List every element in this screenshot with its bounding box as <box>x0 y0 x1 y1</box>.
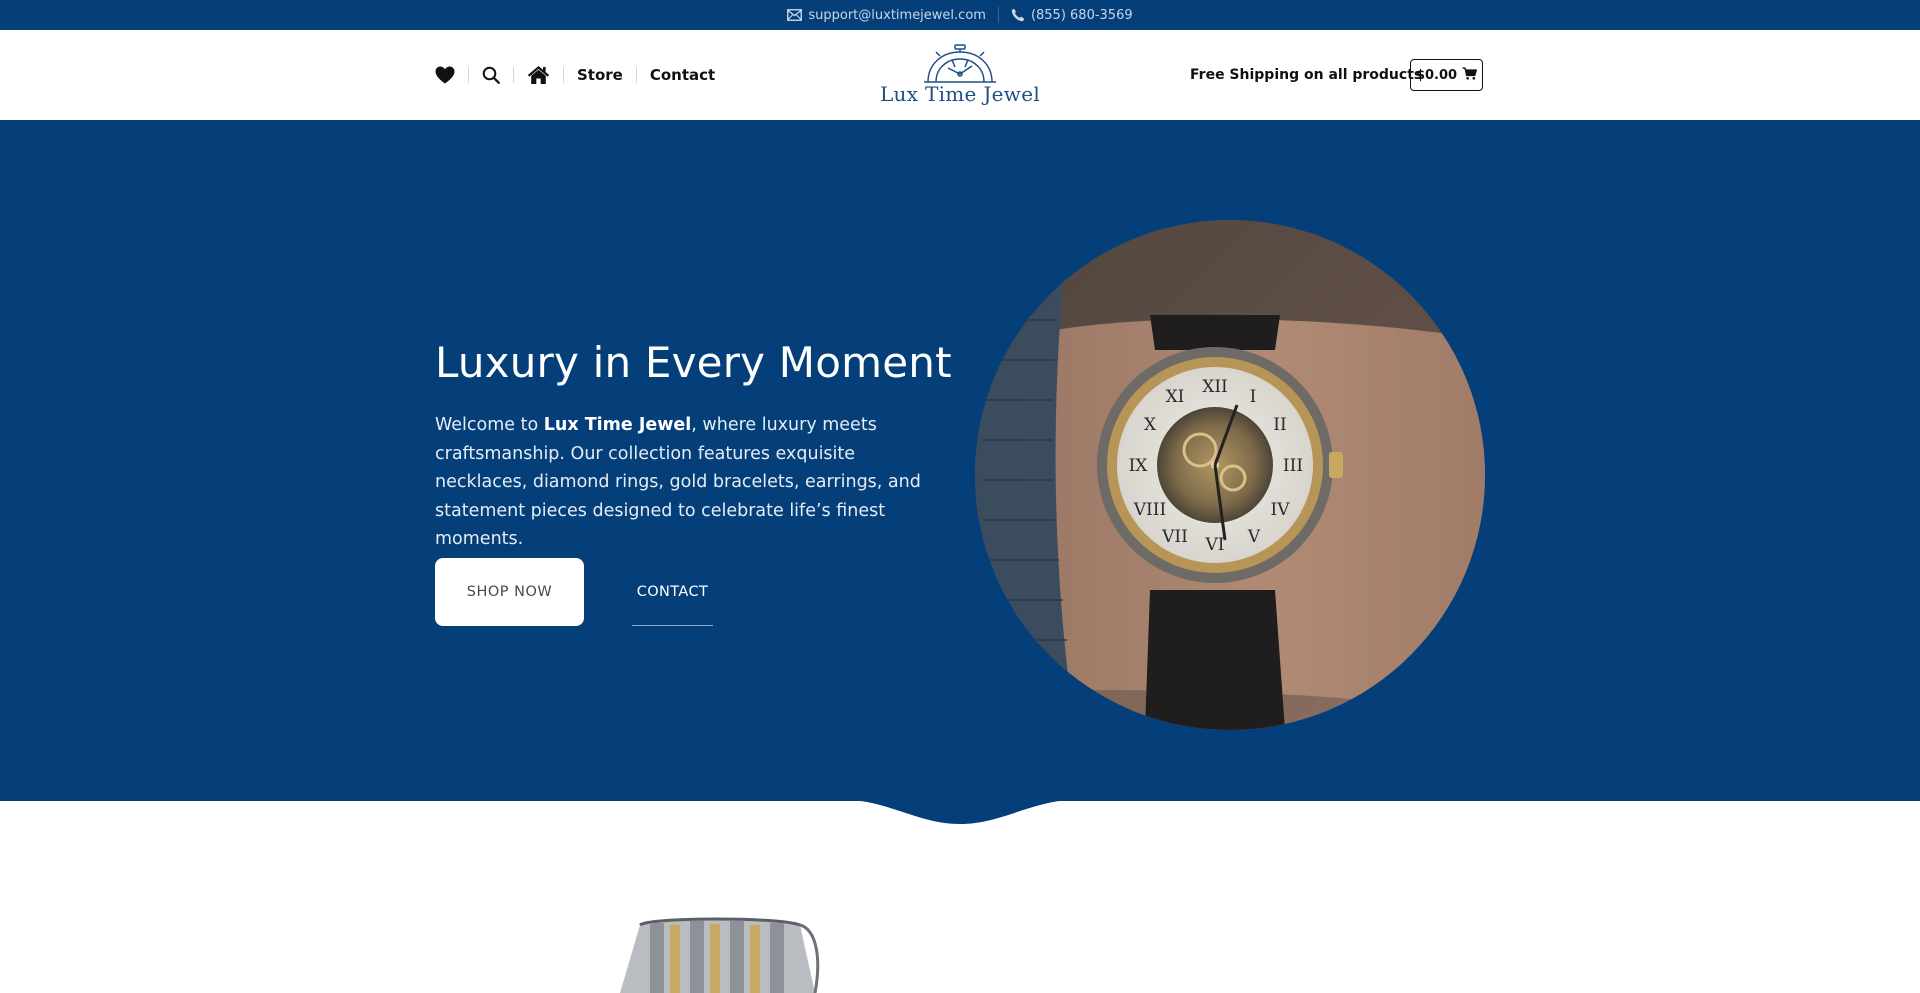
svg-text:VIII: VIII <box>1133 500 1166 520</box>
svg-text:VII: VII <box>1161 527 1188 547</box>
email-contact[interactable]: support@luxtimejewel.com <box>787 8 986 23</box>
logo-watch-icon <box>924 44 996 83</box>
email-text[interactable]: support@luxtimejewel.com <box>808 8 986 23</box>
hero-watch-image: XII VI IX III I II IV V VII VIII X XI <box>975 220 1485 730</box>
svg-text:IV: IV <box>1271 500 1291 520</box>
envelope-icon <box>787 9 803 21</box>
top-info-bar: support@luxtimejewel.com (855) 680-3569 <box>0 0 1920 30</box>
svg-text:X: X <box>1144 415 1157 435</box>
hero-section: Luxury in Every Moment Welcome to Lux Ti… <box>0 120 1920 801</box>
section-wave-divider <box>0 800 1920 824</box>
hero-text-intro: Welcome to <box>435 415 544 435</box>
topbar-divider <box>997 7 999 23</box>
svg-text:XI: XI <box>1166 387 1185 407</box>
contact-button[interactable]: CONTACT <box>632 558 713 626</box>
site-header: Store Contact Lux Time Jewel Free Shippi… <box>0 30 1920 120</box>
svg-text:VI: VI <box>1205 535 1225 555</box>
hero-description: Welcome to Lux Time Jewel, where luxury … <box>435 411 945 554</box>
cart-icon <box>1462 66 1478 84</box>
svg-text:IX: IX <box>1129 456 1149 476</box>
nav-store-link[interactable]: Store <box>564 66 636 84</box>
shop-now-button[interactable]: SHOP NOW <box>435 558 584 626</box>
svg-text:XII: XII <box>1202 377 1228 397</box>
logo-text: Lux Time Jewel <box>879 82 1041 106</box>
site-logo[interactable]: Lux Time Jewel <box>880 44 1040 108</box>
hero-text-body: , where luxury meets craftsmanship. Our … <box>435 415 921 549</box>
hero-brand-name: Lux Time Jewel <box>543 415 692 435</box>
nav-contact-link[interactable]: Contact <box>637 66 728 84</box>
phone-text[interactable]: (855) 680-3569 <box>1031 8 1133 23</box>
shipping-notice: Free Shipping on all products <box>1190 67 1423 83</box>
product-watch-image <box>620 917 820 993</box>
svg-text:III: III <box>1283 456 1303 476</box>
search-icon[interactable] <box>469 66 513 84</box>
svg-text:I: I <box>1250 387 1257 407</box>
svg-text:V: V <box>1247 527 1261 547</box>
phone-icon <box>1011 8 1025 22</box>
hero-title: Luxury in Every Moment <box>435 338 952 387</box>
home-icon[interactable] <box>514 65 563 85</box>
svg-text:II: II <box>1273 415 1286 435</box>
phone-contact[interactable]: (855) 680-3569 <box>1011 8 1133 23</box>
heart-icon[interactable] <box>435 66 468 84</box>
main-nav: Store Contact <box>435 30 728 120</box>
cart-button[interactable]: $0.00 <box>1410 59 1483 91</box>
cart-total: $0.00 <box>1415 67 1458 83</box>
